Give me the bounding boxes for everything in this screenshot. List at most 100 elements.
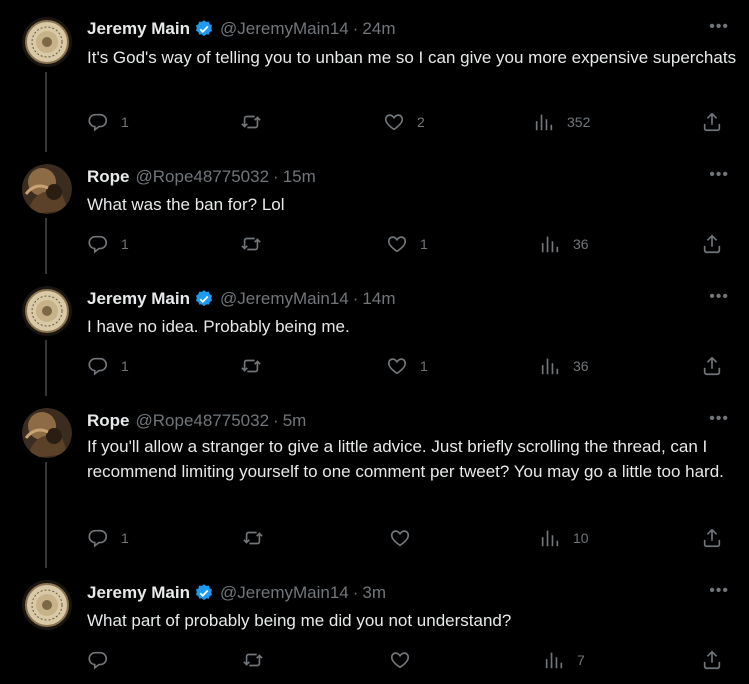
share-button[interactable] xyxy=(701,355,723,377)
like-button[interactable]: 1 xyxy=(386,355,428,377)
separator: · xyxy=(352,583,359,602)
more-icon[interactable]: ••• xyxy=(709,18,729,36)
author-name[interactable]: Jeremy Main xyxy=(87,19,190,39)
tweet-text: What was the ban for? Lol xyxy=(87,195,285,214)
reply-button[interactable]: 1 xyxy=(87,111,129,133)
reply-count: 1 xyxy=(121,530,129,546)
author-handle[interactable]: @JeremyMain14 xyxy=(220,583,349,603)
tweet-header: Jeremy Main @JeremyMain14 · 3m xyxy=(87,582,386,604)
thread-line xyxy=(45,218,47,274)
retweet-icon xyxy=(241,359,261,373)
retweet-icon xyxy=(243,531,263,545)
avatar[interactable] xyxy=(22,580,72,630)
author-handle[interactable]: @JeremyMain14 xyxy=(220,19,349,39)
views-count: 36 xyxy=(573,358,589,374)
photo-avatar-image xyxy=(22,164,72,214)
tweet[interactable]: Jeremy Main @JeremyMain14 · 3m ••• What … xyxy=(0,566,749,684)
like-button[interactable] xyxy=(389,527,423,549)
timestamp[interactable]: 14m xyxy=(362,289,395,309)
timestamp[interactable]: 24m xyxy=(362,19,395,39)
tweet[interactable]: Rope @Rope48775032 · 15m ••• What was th… xyxy=(0,150,749,274)
photo-avatar-image xyxy=(22,408,72,458)
like-icon xyxy=(387,358,407,375)
retweet-button[interactable] xyxy=(240,355,274,377)
views-button[interactable]: 10 xyxy=(539,527,589,549)
tweet-header: Jeremy Main @JeremyMain14 · 14m xyxy=(87,288,396,310)
views-icon xyxy=(535,114,553,131)
verified-badge-icon xyxy=(196,584,212,601)
share-button[interactable] xyxy=(701,111,723,133)
tweet[interactable]: Jeremy Main @JeremyMain14 · 14m ••• I ha… xyxy=(0,272,749,396)
timestamp[interactable]: 15m xyxy=(283,167,316,187)
author-handle[interactable]: @Rope48775032 xyxy=(136,167,270,187)
more-icon[interactable]: ••• xyxy=(709,582,729,600)
verified-badge-icon xyxy=(196,20,212,37)
tweet-actions: 1 10 xyxy=(87,527,749,551)
tweet[interactable]: Rope @Rope48775032 · 5m ••• If you'll al… xyxy=(0,394,749,568)
author-handle[interactable]: @JeremyMain14 xyxy=(220,289,349,309)
reply-button[interactable]: 1 xyxy=(87,527,129,549)
like-button[interactable]: 1 xyxy=(386,233,428,255)
share-button[interactable] xyxy=(701,649,723,671)
avatar[interactable] xyxy=(22,408,72,458)
avatar[interactable] xyxy=(22,17,72,67)
timestamp[interactable]: 3m xyxy=(362,583,386,603)
reply-count: 1 xyxy=(121,358,129,374)
author-name[interactable]: Jeremy Main xyxy=(87,583,190,603)
share-icon xyxy=(703,528,721,548)
reply-icon xyxy=(88,529,108,548)
retweet-button[interactable] xyxy=(240,233,274,255)
author-name[interactable]: Rope xyxy=(87,411,130,431)
views-count: 352 xyxy=(567,114,591,130)
retweet-icon xyxy=(241,237,261,251)
tweet-header: Rope @Rope48775032 · 15m xyxy=(87,166,316,188)
reply-icon xyxy=(88,357,108,376)
tweet[interactable]: Jeremy Main @JeremyMain14 · 24m ••• It's… xyxy=(0,0,749,152)
author-handle[interactable]: @Rope48775032 xyxy=(136,411,270,431)
retweet-button[interactable] xyxy=(242,527,276,549)
views-button[interactable]: 7 xyxy=(543,649,585,671)
reply-button[interactable]: 1 xyxy=(87,355,129,377)
reply-icon xyxy=(88,651,108,670)
separator: · xyxy=(352,289,359,308)
retweet-button[interactable] xyxy=(242,649,276,671)
share-button[interactable] xyxy=(701,527,723,549)
share-button[interactable] xyxy=(701,233,723,255)
reply-button[interactable]: 1 xyxy=(87,233,129,255)
share-icon xyxy=(703,650,721,670)
views-button[interactable]: 352 xyxy=(533,111,590,133)
thread-line xyxy=(45,340,47,396)
author-name[interactable]: Rope xyxy=(87,167,130,187)
tweet-text: I have no idea. Probably being me. xyxy=(87,317,350,336)
more-icon[interactable]: ••• xyxy=(709,166,729,184)
retweet-button[interactable] xyxy=(240,111,274,133)
views-button[interactable]: 36 xyxy=(539,233,589,255)
tweet-actions: 7 xyxy=(87,649,749,673)
share-icon xyxy=(703,234,721,254)
reply-icon xyxy=(88,235,108,254)
seal-avatar-image xyxy=(22,286,72,336)
reply-button[interactable] xyxy=(87,649,121,671)
timestamp[interactable]: 5m xyxy=(283,411,307,431)
views-count: 10 xyxy=(573,530,589,546)
like-button[interactable] xyxy=(389,649,423,671)
views-count: 36 xyxy=(573,236,589,252)
like-icon xyxy=(384,114,404,131)
more-icon[interactable]: ••• xyxy=(709,410,729,428)
avatar[interactable] xyxy=(22,286,72,336)
more-icon[interactable]: ••• xyxy=(709,288,729,306)
seal-avatar-image xyxy=(22,580,72,630)
like-count: 2 xyxy=(417,114,425,130)
like-count: 1 xyxy=(420,236,428,252)
tweet-header: Rope @Rope48775032 · 5m xyxy=(87,410,306,432)
thread-line xyxy=(45,72,47,152)
reply-count: 1 xyxy=(121,236,129,252)
reply-icon xyxy=(88,113,108,132)
views-count: 7 xyxy=(577,652,585,668)
tweet-text: What part of probably being me did you n… xyxy=(87,611,512,630)
views-button[interactable]: 36 xyxy=(539,355,589,377)
author-name[interactable]: Jeremy Main xyxy=(87,289,190,309)
avatar[interactable] xyxy=(22,164,72,214)
seal-avatar-image xyxy=(22,17,72,67)
like-button[interactable]: 2 xyxy=(383,111,425,133)
